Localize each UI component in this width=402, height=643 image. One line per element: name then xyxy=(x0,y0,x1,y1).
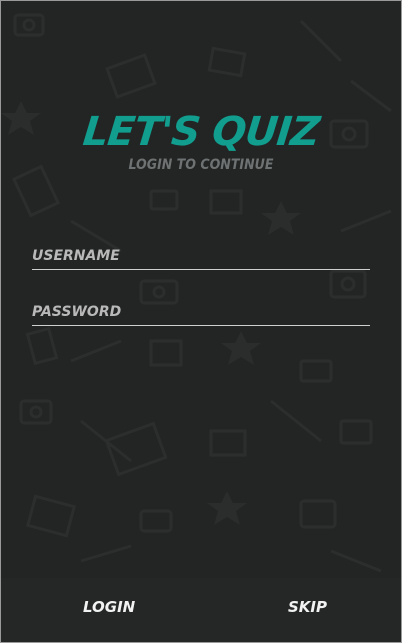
app-title: LET'S QUIZ xyxy=(80,109,322,155)
skip-button[interactable]: SKIP xyxy=(288,598,327,616)
login-button[interactable]: LOGIN xyxy=(83,598,135,616)
password-input[interactable] xyxy=(32,301,370,323)
login-subtitle: LOGIN TO CONTINUE xyxy=(128,157,274,173)
username-input[interactable] xyxy=(32,245,370,267)
bottom-action-bar: LOGIN SKIP xyxy=(1,578,401,642)
username-field[interactable] xyxy=(32,245,370,270)
login-screen: LET'S QUIZ LOGIN TO CONTINUE LOGIN SKIP xyxy=(0,0,402,643)
stationery-background-pattern xyxy=(1,13,392,573)
password-field[interactable] xyxy=(32,301,370,326)
